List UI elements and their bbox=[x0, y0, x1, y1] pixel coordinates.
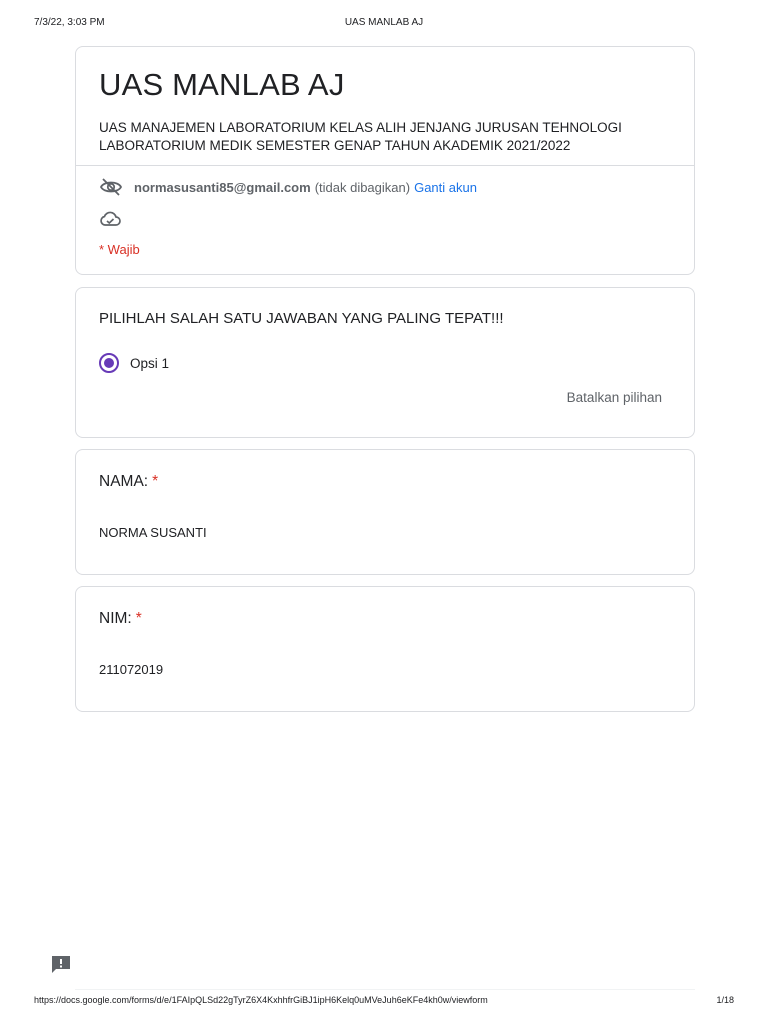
form-description: UAS MANAJEMEN LABORATORIUM KELAS ALIH JE… bbox=[99, 119, 659, 155]
question-label-text: NAMA: bbox=[99, 473, 149, 490]
print-header: 7/3/22, 3:03 PM UAS MANLAB AJ bbox=[0, 17, 768, 31]
nim-answer-field[interactable]: 211072019 bbox=[99, 662, 163, 677]
question-text: PILIHLAH SALAH SATU JAWABAN YANG PALING … bbox=[99, 310, 504, 327]
account-email: normasusanti85@gmail.com bbox=[134, 179, 311, 195]
print-url: https://docs.google.com/forms/d/e/1FAIpQ… bbox=[34, 995, 488, 1005]
eye-off-icon bbox=[99, 176, 123, 198]
header-divider bbox=[76, 165, 694, 166]
question-card-nim: NIM: * 211072019 bbox=[75, 586, 695, 712]
radio-dot bbox=[104, 358, 114, 368]
question-card-name: NAMA: * NORMA SUSANTI bbox=[75, 449, 695, 575]
form-description-line: LABORATORIUM MEDIK SEMESTER GENAP TAHUN … bbox=[99, 138, 571, 153]
feedback-icon[interactable] bbox=[50, 954, 72, 974]
account-row: normasusanti85@gmail.com (tidak dibagika… bbox=[99, 176, 477, 198]
required-mark: * bbox=[135, 610, 142, 627]
form-title: UAS MANLAB AJ bbox=[99, 67, 345, 102]
print-title: UAS MANLAB AJ bbox=[344, 17, 424, 28]
form-description-line: UAS MANAJEMEN LABORATORIUM KELAS ALIH JE… bbox=[99, 120, 622, 135]
required-mark: * bbox=[152, 473, 159, 490]
page-number: 1/18 bbox=[716, 995, 734, 1005]
not-shared-note: (tidak dibagikan) bbox=[314, 179, 411, 195]
bottom-divider bbox=[75, 989, 695, 990]
switch-account-link[interactable]: Ganti akun bbox=[414, 180, 477, 195]
cloud-done-icon bbox=[99, 210, 123, 230]
required-note: * Wajib bbox=[99, 242, 140, 257]
radio-button-selected[interactable] bbox=[99, 353, 119, 373]
name-answer-field[interactable]: NORMA SUSANTI bbox=[99, 525, 207, 540]
option-label: Opsi 1 bbox=[130, 355, 170, 371]
question-label-text: NIM: bbox=[99, 610, 132, 627]
question-card: PILIHLAH SALAH SATU JAWABAN YANG PALING … bbox=[75, 287, 695, 438]
question-label: NIM: * bbox=[99, 610, 142, 628]
radio-option[interactable]: Opsi 1 bbox=[99, 353, 169, 373]
form-header-card: UAS MANLAB AJ UAS MANAJEMEN LABORATORIUM… bbox=[75, 46, 695, 275]
clear-selection-button[interactable]: Batalkan pilihan bbox=[567, 390, 662, 405]
question-label: NAMA: * bbox=[99, 473, 158, 491]
